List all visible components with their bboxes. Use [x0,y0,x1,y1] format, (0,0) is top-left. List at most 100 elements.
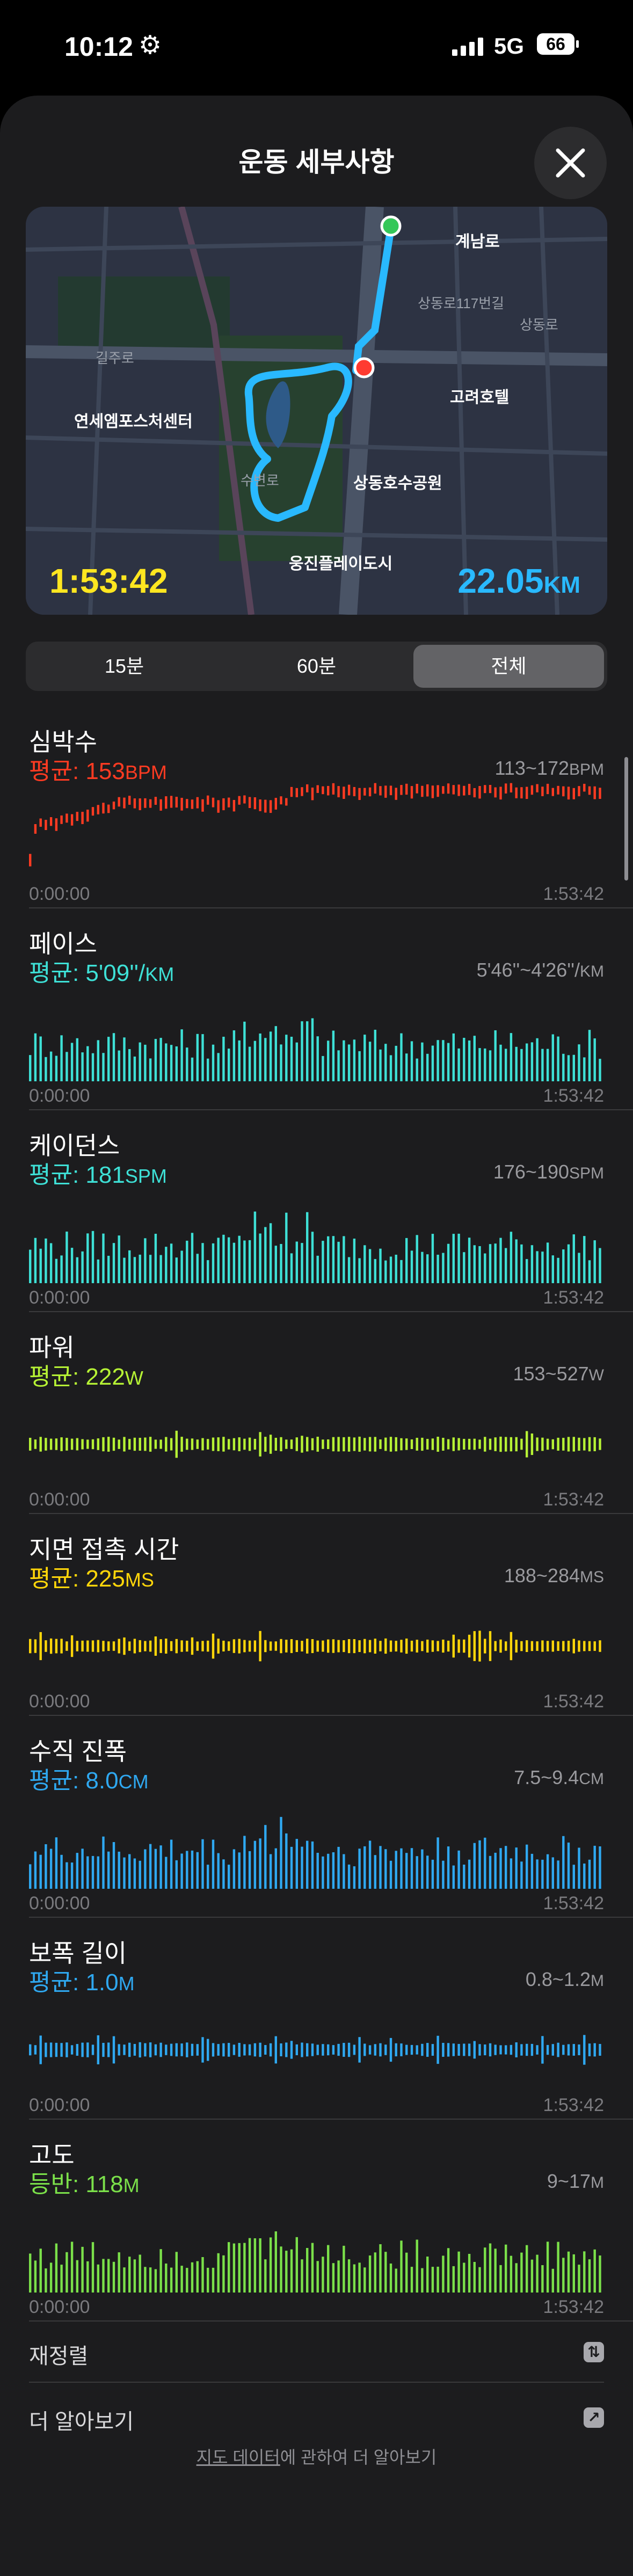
chart-bar [499,1639,502,1653]
chart-bar [45,2268,47,2293]
chart-bar [228,1865,230,1889]
metric-section[interactable]: 지면 접촉 시간 평균: 225MS 188~284MS 0:00:00 1:53:42 [0,1514,633,1716]
metric-section[interactable]: 보폭 길이 평균: 1.0M 0.8~1.2M 0:00:00 1:53:42 [0,1918,633,2120]
chart-bar [196,1034,199,1081]
metric-end-time: 1:53:42 [543,1691,604,1712]
chart-bar [374,1259,376,1283]
close-button[interactable] [534,127,607,199]
chart-bar [70,1248,74,1283]
chart-bar [149,1437,152,1452]
chart-bar [368,1249,372,1283]
chart-bar [572,2254,575,2293]
chart-bar [180,1029,183,1081]
chart-bar [191,1637,194,1655]
chart-bar [154,1849,157,1889]
route-map[interactable]: 계남로 상동로117번길 고려호텔 길주로 연세엠포스처센터 상동호수공원 웅진… [26,207,607,615]
chart-bar [557,1257,559,1283]
chart-bar [557,785,559,795]
chart-bar [196,797,199,809]
metric-section[interactable]: 파워 평균: 222W 153~527W 0:00:00 1:53:42 [0,1312,633,1514]
learn-more-row[interactable]: 더 알아보기 ↗ [29,2384,604,2448]
chart-bar [368,1042,372,1081]
chart-bar [97,2035,99,2064]
metric-section[interactable]: 수직 진폭 평균: 8.0CM 7.5~9.4CM 0:00:00 1:53:42 [0,1716,633,1918]
chart-bar [494,1243,497,1283]
chart-bar [536,784,539,792]
chart-bar [421,785,424,797]
chart-bar [505,2045,507,2055]
chart-bar [484,1837,486,1889]
metric-section[interactable]: 페이스 평균: 5'09''/KM 5'46''~4'26''/KM 0:00:00 1… [0,908,633,1110]
chart-bar [421,1641,424,1651]
chart-bar [353,2264,356,2293]
chart-bar [222,1234,225,1283]
chart-bar [196,1641,199,1651]
chart-bar [301,1436,303,1453]
segment-15min[interactable]: 15분 [29,645,220,688]
chart-bar [541,2265,544,2293]
chart-bar [34,1033,37,1081]
chart-bar [285,1439,288,1449]
chart-bar [45,820,47,830]
chart-bar [316,1640,319,1652]
chart-bar [186,1047,188,1081]
segment-60min[interactable]: 60분 [221,645,412,688]
chart-bar [191,2043,194,2056]
chart-bar [578,1847,580,1889]
chart-bar [379,1248,382,1283]
chart-bar [232,1030,236,1081]
chart-bar [102,1437,105,1452]
chart-bar [510,1033,513,1081]
map-data-link[interactable]: 지도 데이터 [197,2448,280,2467]
chart-bar [515,787,518,798]
chart-bar [39,1036,42,1081]
chart-bar [311,1232,314,1283]
chart-bar [536,1641,539,1651]
chart-bar [431,1234,434,1283]
chart-bar [505,1846,507,1889]
chart-bar [186,1240,188,1283]
chart-bar [238,1040,241,1081]
chart-bar [546,1049,549,1081]
metric-range-unit: M [591,2174,604,2192]
chart-bar [452,785,455,795]
chart-bar [290,1037,293,1081]
chart-bar [530,785,534,795]
chart-bar [343,1040,345,1081]
metric-range-unit: KM [580,963,604,980]
chart-bar [520,1861,523,1889]
chart-bar [107,1437,110,1452]
chart-bar [389,1860,392,1889]
metric-section[interactable]: 고도 등반: 118M 9~17M 0:00:00 1:53:42 [0,2120,633,2322]
metric-end-time: 1:53:42 [543,1086,604,1106]
chart-bar [431,1640,434,1652]
chart-bar [170,1243,173,1283]
chart-bar [546,783,549,795]
metric-section[interactable]: 케이던스 평균: 181SPM 176~190SPM 0:00:00 1:53:42 [0,1110,633,1312]
chart-bar [39,2248,42,2293]
segment-all[interactable]: 전체 [413,645,604,688]
chart-bar [311,2243,314,2293]
chart-bar [358,1051,361,1081]
chart-bar [593,2043,596,2057]
chart-bar [332,1852,335,1889]
chart-bar [363,788,366,796]
chart-bar [217,800,220,813]
metric-section[interactable]: 심박수 평균: 153BPM 113~172BPM 0:00:00 1:53:42 [0,707,633,908]
chart-bar [457,1233,460,1283]
chart-bar [128,1250,131,1283]
chart-bar [489,2243,492,2293]
scrollbar[interactable] [624,757,628,881]
chart-bar [238,1235,241,1283]
chart-bar [228,1439,230,1450]
chart-bar [379,2043,382,2057]
chart-bar [222,1640,225,1651]
chart-bar [588,1641,591,1651]
reorder-row[interactable]: 재정렬 ⇅ [29,2318,604,2383]
chart-bar [196,2261,199,2293]
chart-bar [243,795,246,804]
chart-bar [567,1842,570,1889]
status-time: 10:12 [64,32,133,62]
chart-bar [295,2237,298,2293]
chart-bar [39,1632,42,1661]
